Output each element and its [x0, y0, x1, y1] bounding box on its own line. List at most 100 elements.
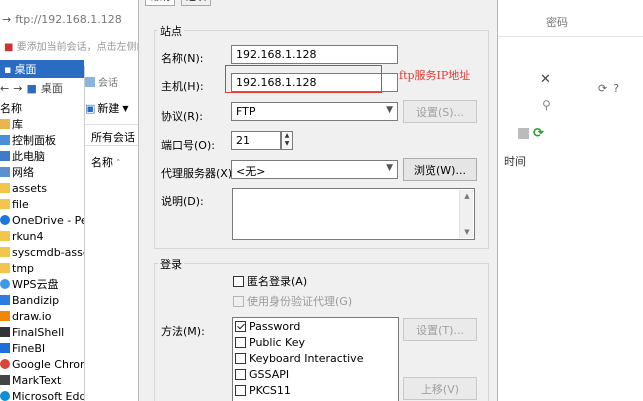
- folder-icon[interactable]: [518, 128, 529, 139]
- checkbox-box[interactable]: [233, 275, 244, 287]
- name-label: 名称(N):: [161, 52, 204, 65]
- network-icon: [0, 167, 10, 177]
- tree-item[interactable]: tmp: [0, 260, 84, 276]
- user-folder-icon: [0, 231, 10, 241]
- protocol-value: FTP: [236, 105, 256, 118]
- nav-location[interactable]: 桌面: [41, 80, 63, 96]
- tree-item[interactable]: Bandizip: [0, 292, 84, 308]
- tree-item[interactable]: MarkText: [0, 372, 84, 388]
- scroll-up-icon[interactable]: ▲: [460, 190, 474, 202]
- tree-header: 名称: [0, 102, 22, 115]
- proxy-value: <无>: [236, 165, 266, 178]
- tree-item[interactable]: 此电脑: [0, 148, 84, 164]
- bookmark-hint-text: 要添加当前会话，点击左侧的: [16, 42, 138, 53]
- chrome-icon: [0, 359, 10, 369]
- tree-item[interactable]: WPS云盘: [0, 276, 84, 292]
- tree-item[interactable]: FineBI: [0, 340, 84, 356]
- method-item-public-key[interactable]: Public Key: [233, 334, 398, 350]
- tree-item[interactable]: OneDrive - Perso: [0, 212, 84, 228]
- method-settings-button[interactable]: 设置(T)...: [403, 318, 477, 341]
- cloud-icon: [0, 279, 10, 289]
- auth-agent-checkbox[interactable]: 使用身份验证代理(G): [233, 293, 352, 309]
- explorer-titlebar: ▪ 桌面: [0, 60, 84, 78]
- finalshell-icon: [0, 327, 10, 337]
- all-sessions-label[interactable]: 所有会话: [85, 124, 139, 146]
- help-icon[interactable]: ?: [613, 82, 619, 95]
- checkbox-box[interactable]: [235, 352, 246, 364]
- proxy-select[interactable]: <无> ▼: [231, 160, 398, 179]
- tree-item[interactable]: Google Chrome: [0, 356, 84, 372]
- bookmark-icon: ■: [4, 42, 14, 53]
- protocol-select[interactable]: FTP ▼: [231, 102, 398, 121]
- tree-item[interactable]: FinalShell: [0, 324, 84, 340]
- tree-item[interactable]: rkun4: [0, 228, 84, 244]
- address-text[interactable]: ftp://192.168.1.128: [15, 13, 122, 26]
- protocol-label: 协议(R):: [161, 110, 203, 123]
- port-input[interactable]: 21: [231, 131, 281, 150]
- refresh-icon[interactable]: ⟳: [598, 82, 607, 95]
- refresh-icon[interactable]: ⟳: [533, 126, 544, 141]
- checkbox-box[interactable]: [235, 368, 246, 380]
- anonymous-login-checkbox[interactable]: 匿名登录(A): [233, 273, 307, 289]
- description-scrollbar[interactable]: ▲ ▼: [459, 190, 473, 238]
- port-label: 端口号(O):: [161, 139, 215, 152]
- tree-item[interactable]: 控制面板: [0, 132, 84, 148]
- protocol-settings-button[interactable]: 设置(S)...: [403, 100, 477, 123]
- forward-arrow-icon[interactable]: →: [2, 13, 11, 26]
- bandizip-icon: [0, 295, 10, 305]
- tab-general[interactable]: 常规: [145, 0, 175, 6]
- close-icon[interactable]: ✕: [540, 72, 551, 87]
- method-item-gssapi[interactable]: GSSAPI: [233, 366, 398, 382]
- toolbar-icons: ⟳ ?: [598, 82, 619, 95]
- method-item-pkcs11[interactable]: PKCS11: [233, 382, 398, 398]
- method-item-password[interactable]: Password: [233, 318, 398, 334]
- scroll-down-icon[interactable]: ▼: [460, 226, 474, 238]
- login-group-title: 登录: [158, 256, 184, 272]
- new-session-button[interactable]: ▣ 新建 ▼: [85, 100, 129, 116]
- tree-item[interactable]: 网络: [0, 164, 84, 180]
- tab-options[interactable]: 选项: [181, 0, 211, 6]
- back-arrow-icon[interactable]: ←: [0, 82, 9, 95]
- browse-button[interactable]: 浏览(W)...: [403, 158, 477, 181]
- stepper-up-icon[interactable]: ▲: [282, 132, 292, 140]
- description-label: 说明(D):: [161, 195, 204, 208]
- chevron-down-icon: ▼: [386, 105, 393, 115]
- folder-icon: [0, 183, 10, 193]
- bookmark-hint: ■ 要添加当前会话，点击左侧的: [0, 38, 138, 54]
- method-label: 方法(M):: [161, 325, 205, 338]
- address-row: → ftp://192.168.1.128: [0, 10, 138, 28]
- chevron-down-icon: ▼: [386, 163, 393, 173]
- port-stepper[interactable]: ▲ ▼: [281, 131, 293, 150]
- checkbox-box[interactable]: [233, 295, 244, 307]
- method-list[interactable]: Password Public Key Keyboard Interactive…: [232, 317, 399, 401]
- tree-item[interactable]: Microsoft Edge: [0, 388, 84, 401]
- checkbox-box[interactable]: [235, 320, 246, 332]
- tree-item[interactable]: draw.io: [0, 308, 84, 324]
- background-session-window: 会话 ▣ 新建 ▼ 所有会话 名称 ˄: [84, 66, 139, 401]
- description-textarea[interactable]: ▲ ▼: [232, 188, 475, 240]
- time-column-header[interactable]: 时间: [504, 153, 526, 169]
- forward-arrow-icon[interactable]: →: [13, 82, 22, 95]
- stepper-down-icon[interactable]: ▼: [282, 140, 292, 148]
- tree-item[interactable]: syscmdb-assets: [0, 244, 84, 260]
- tree-item[interactable]: file: [0, 196, 84, 212]
- method-item-keyboard-interactive[interactable]: Keyboard Interactive: [233, 350, 398, 366]
- background-right-window: 密码 ✕ ⟳ ? ⚲ ⟳ 时间: [498, 0, 643, 401]
- checkbox-box[interactable]: [235, 384, 246, 396]
- tree-item[interactable]: 库: [0, 116, 84, 132]
- site-group-title: 站点: [158, 23, 184, 39]
- password-label: 密码: [546, 16, 568, 29]
- folder-icon: ■: [26, 81, 37, 95]
- session-name-header[interactable]: 名称 ˄: [91, 154, 121, 170]
- session-tools: ⟳: [518, 126, 544, 141]
- checkbox-box[interactable]: [235, 336, 246, 348]
- move-up-button[interactable]: 上移(V): [403, 377, 477, 400]
- desktop-icon: ▪: [4, 62, 12, 76]
- search-icon[interactable]: ⚲: [542, 98, 551, 112]
- explorer-nav: ← → ■ 桌面: [0, 80, 84, 96]
- explorer-title: 桌面: [14, 63, 37, 76]
- name-input[interactable]: 192.168.1.128: [231, 45, 398, 64]
- session-window-title: 会话: [85, 74, 118, 89]
- folder-icon: [0, 199, 10, 209]
- tree-item[interactable]: assets: [0, 180, 84, 196]
